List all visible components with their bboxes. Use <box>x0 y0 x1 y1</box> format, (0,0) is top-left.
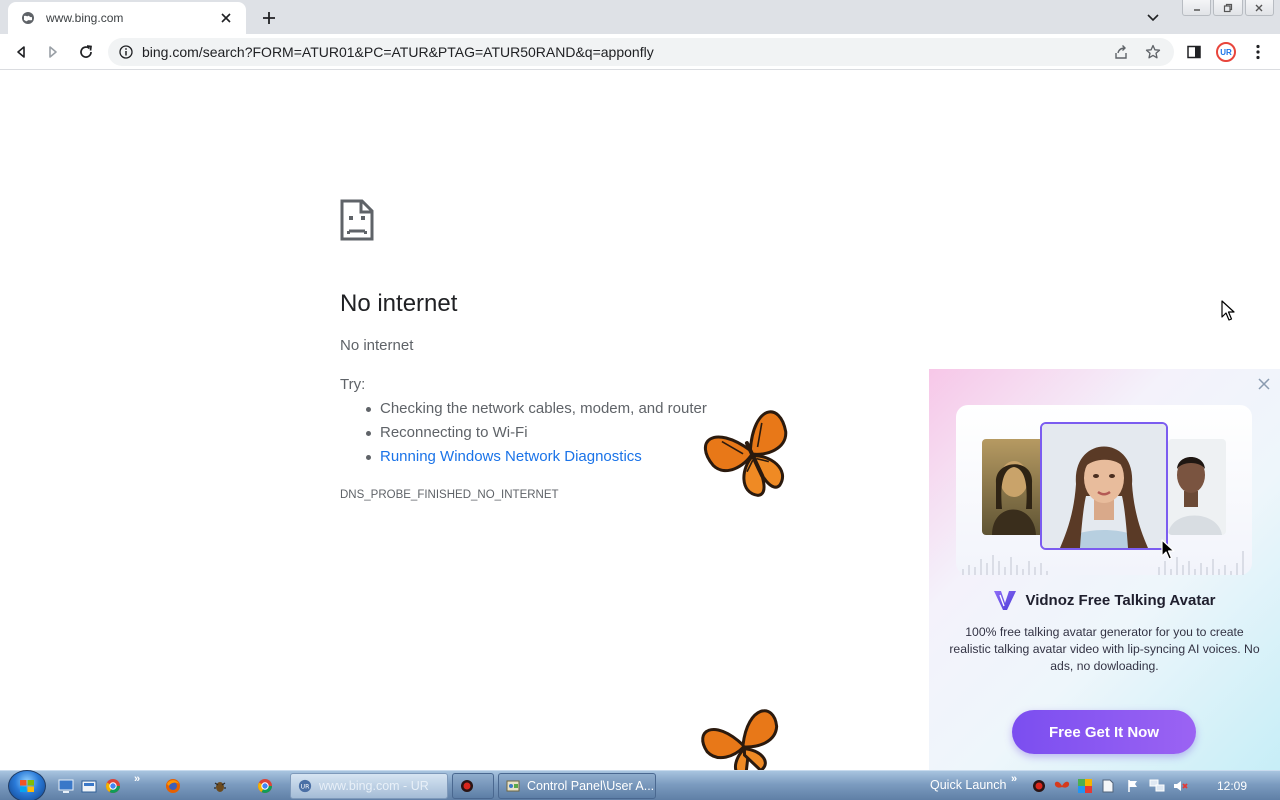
audio-waveform-graphic <box>962 551 1244 575</box>
sad-page-icon <box>340 199 374 241</box>
taskbar-task-control-panel[interactable]: Control Panel\User A... <box>498 773 656 799</box>
app-red-icon <box>459 778 475 794</box>
suggestion-item: Checking the network cables, modem, and … <box>366 399 707 423</box>
tab-strip: www.bing.com <box>0 0 1280 34</box>
windows-taskbar: » UR www.bing.com - UR Control Panel\Use… <box>0 770 1280 800</box>
taskbar-task-chrome[interactable]: UR www.bing.com - UR <box>290 773 448 799</box>
forward-icon[interactable] <box>42 41 64 63</box>
tray-overflow-chevron[interactable]: » <box>1011 773 1017 785</box>
browser-toolbar: bing.com/search?FORM=ATUR01&PC=ATUR&PTAG… <box>0 34 1280 70</box>
suggestion-list: Checking the network cables, modem, and … <box>366 399 707 471</box>
browser-tab[interactable]: www.bing.com <box>8 2 246 34</box>
chrome-icon: UR <box>297 778 313 794</box>
ad-description: 100% free talking avatar generator for y… <box>949 625 1260 673</box>
bookmark-star-icon[interactable] <box>1145 44 1161 60</box>
windows-flag-icon <box>20 780 34 792</box>
chrome-icon[interactable] <box>256 777 274 795</box>
show-desktop-icon[interactable] <box>57 777 75 795</box>
action-center-flag-icon[interactable] <box>1124 777 1142 795</box>
share-icon[interactable] <box>1113 44 1129 60</box>
address-bar[interactable]: bing.com/search?FORM=ATUR01&PC=ATUR&PTAG… <box>108 38 1174 66</box>
quick-launch-label: Quick Launch <box>930 778 1007 792</box>
menu-kebab-icon[interactable] <box>1248 42 1268 62</box>
site-info-icon[interactable] <box>118 44 134 60</box>
network-icon[interactable] <box>1148 777 1166 795</box>
reload-icon[interactable] <box>75 41 97 63</box>
svg-text:UR: UR <box>301 784 310 791</box>
profile-avatar[interactable]: UR <box>1216 42 1236 62</box>
error-subtitle: No internet <box>340 337 414 354</box>
system-clock[interactable]: 12:09 <box>1217 779 1247 793</box>
globe-icon <box>20 10 36 26</box>
volume-muted-icon[interactable] <box>1172 777 1190 795</box>
close-icon[interactable] <box>1257 377 1271 391</box>
free-get-it-now-button[interactable]: Free Get It Now <box>1012 710 1196 754</box>
network-diagnostics-link[interactable]: Running Windows Network Diagnostics <box>366 447 707 471</box>
tab-title: www.bing.com <box>46 11 124 25</box>
restore-button[interactable] <box>1213 0 1243 16</box>
close-window-button[interactable] <box>1244 0 1274 16</box>
ad-brand: Vidnoz Free Talking Avatar <box>929 589 1280 611</box>
try-label: Try: <box>340 376 366 393</box>
url-text: bing.com/search?FORM=ATUR01&PC=ATUR&PTAG… <box>142 44 654 60</box>
quick-launch-overflow-chevron[interactable]: » <box>134 773 140 785</box>
ad-brand-name: Vidnoz Free Talking Avatar <box>1025 591 1216 609</box>
explorer-icon[interactable] <box>80 777 98 795</box>
tray-app-red-icon[interactable] <box>1030 777 1048 795</box>
start-button[interactable] <box>8 770 46 800</box>
taskbar-task-label: www.bing.com - UR <box>319 779 429 793</box>
tray-butterfly-icon[interactable] <box>1053 777 1071 795</box>
firefox-icon[interactable] <box>164 777 182 795</box>
taskbar-task-label: Control Panel\User A... <box>527 779 655 793</box>
back-icon[interactable] <box>10 41 32 63</box>
control-panel-icon <box>505 778 521 794</box>
error-code: DNS_PROBE_FINISHED_NO_INTERNET <box>340 489 559 501</box>
taskbar-task-app[interactable] <box>452 773 494 799</box>
mouse-cursor-icon <box>1221 300 1235 321</box>
side-panel-icon[interactable] <box>1184 42 1204 62</box>
vidnoz-ad-popup: Vidnoz Free Talking Avatar 100% free tal… <box>929 369 1280 770</box>
desktop: www.bing.com bing.com/search?FORM=ATUR01… <box>0 0 1280 800</box>
chrome-icon[interactable] <box>104 777 122 795</box>
window-controls <box>1182 0 1274 18</box>
minimize-button[interactable] <box>1182 0 1212 16</box>
man-avatar-image <box>1168 439 1226 535</box>
vidnoz-logo-icon <box>994 591 1017 610</box>
new-tab-button[interactable] <box>258 7 280 29</box>
butterfly-image <box>701 709 779 770</box>
suggestion-item: Reconnecting to Wi-Fi <box>366 423 707 447</box>
butterfly-image <box>703 410 788 497</box>
tray-colorful-app-icon[interactable] <box>1076 777 1094 795</box>
mona-lisa-avatar-image <box>982 439 1044 535</box>
bug-app-icon[interactable] <box>211 777 229 795</box>
woman-avatar-image[interactable] <box>1040 422 1168 550</box>
close-tab-icon[interactable] <box>218 10 234 26</box>
tray-document-icon[interactable] <box>1099 777 1117 795</box>
tab-search-chevron-icon[interactable] <box>1143 8 1163 28</box>
mouse-cursor-icon <box>1161 539 1175 560</box>
error-title: No internet <box>340 290 458 317</box>
